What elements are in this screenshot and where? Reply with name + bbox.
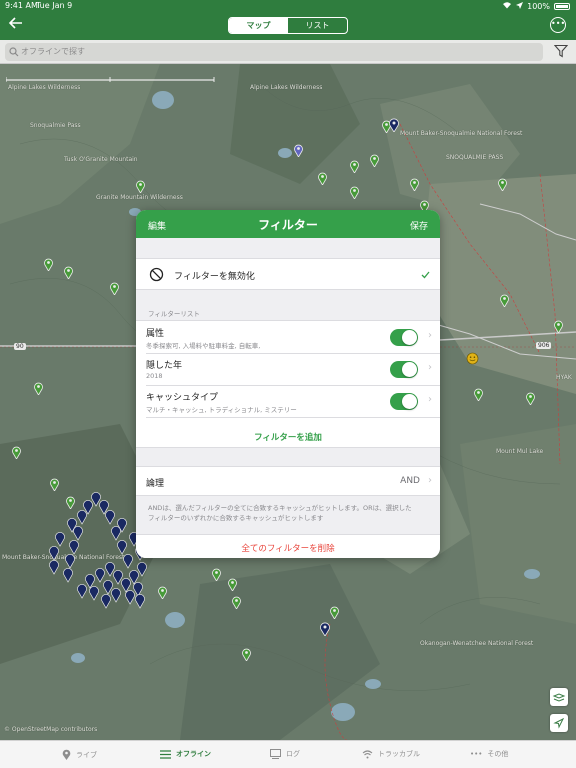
filter-detail: 冬季探索可, 入場料や駐車料金, 自転車, bbox=[146, 342, 261, 350]
map-layers-button[interactable] bbox=[550, 688, 568, 706]
divider bbox=[146, 417, 440, 418]
filter-detail: 2018 bbox=[146, 372, 163, 380]
logic-note: ANDは、選んだフィルターの全てに合致するキャッシュがヒットします。ORは、選択… bbox=[148, 504, 412, 512]
ellipsis-icon: ••• bbox=[551, 19, 566, 28]
delete-all-row: 全てのフィルターを削除 bbox=[136, 534, 440, 558]
view-segmented-control: マップ リスト bbox=[228, 17, 348, 34]
filter-toggle[interactable] bbox=[390, 329, 418, 346]
filter-list: 属性 冬季探索可, 入場料や駐車料金, 自転車, › 隠した年 2018 › キ… bbox=[136, 320, 440, 448]
search-input[interactable]: オフラインで探す bbox=[5, 43, 543, 61]
chevron-right-icon: › bbox=[428, 330, 432, 341]
filter-toggle[interactable] bbox=[390, 393, 418, 410]
logic-note: フィルターのいずれかに合致するキャッシュがヒットします bbox=[148, 514, 324, 522]
logic-value: AND bbox=[400, 476, 420, 486]
filter-row-cache-type[interactable]: キャッシュタイプ マルチ・キャッシュ, トラディショナル, ミステリー › bbox=[136, 385, 440, 417]
tab-label: その他 bbox=[487, 750, 509, 758]
filter-list-header: フィルターリスト bbox=[148, 310, 200, 318]
filter-name: 属性 bbox=[146, 329, 165, 339]
log-icon bbox=[270, 749, 281, 759]
tab-bar: ライブ オフライン ログ トラッカブル ••• その他 bbox=[0, 740, 576, 768]
filter-detail: マルチ・キャッシュ, トラディショナル, ミステリー bbox=[146, 406, 297, 414]
chevron-right-icon: › bbox=[428, 475, 432, 486]
more-options-button[interactable]: ••• bbox=[550, 17, 566, 33]
logic-row[interactable]: 論理 AND › bbox=[136, 466, 440, 496]
disable-filter-label: フィルターを無効化 bbox=[174, 272, 255, 282]
search-icon bbox=[9, 47, 19, 57]
status-bar: 9:41 AM Tue Jan 9 100% bbox=[0, 0, 576, 12]
filter-toggle[interactable] bbox=[390, 361, 418, 378]
prohibited-icon bbox=[149, 267, 164, 282]
save-button[interactable]: 保存 bbox=[410, 219, 428, 232]
tab-label: オフライン bbox=[176, 750, 211, 758]
tab-log[interactable]: ログ bbox=[270, 749, 300, 759]
navigation-bar: 9:41 AM Tue Jan 9 100% マップ リスト ••• bbox=[0, 0, 576, 40]
tab-offline[interactable]: オフライン bbox=[160, 749, 211, 759]
list-icon bbox=[160, 749, 171, 759]
search-placeholder: オフラインで探す bbox=[21, 47, 85, 56]
checkmark-icon bbox=[421, 271, 430, 279]
filter-funnel-icon[interactable] bbox=[554, 44, 568, 58]
dialog-title: フィルター bbox=[258, 218, 318, 232]
chevron-right-icon: › bbox=[428, 394, 432, 405]
my-location-button[interactable] bbox=[550, 714, 568, 732]
battery-percent: 100% bbox=[527, 1, 550, 11]
tab-label: ライブ bbox=[76, 750, 97, 759]
filter-name: キャッシュタイプ bbox=[146, 393, 219, 403]
tab-trackable[interactable]: トラッカブル bbox=[362, 749, 420, 759]
back-button[interactable] bbox=[8, 15, 28, 35]
location-pin-icon bbox=[62, 749, 71, 760]
disable-filter-row[interactable]: フィルターを無効化 bbox=[136, 258, 440, 290]
status-date: Tue Jan 9 bbox=[36, 1, 73, 10]
status-right: 100% bbox=[502, 1, 570, 11]
back-arrow-icon bbox=[8, 17, 22, 29]
tab-label: ログ bbox=[286, 750, 300, 758]
wifi-icon bbox=[502, 1, 512, 11]
filter-row-year[interactable]: 隠した年 2018 › bbox=[136, 353, 440, 385]
search-bar: オフラインで探す bbox=[0, 40, 576, 64]
tab-label: トラッカブル bbox=[378, 750, 420, 758]
status-time: 9:41 AM bbox=[5, 1, 38, 10]
battery-icon bbox=[554, 2, 570, 10]
location-arrow-icon bbox=[553, 717, 565, 729]
more-icon: ••• bbox=[470, 750, 483, 758]
filter-name: 隠した年 bbox=[146, 361, 183, 371]
add-filter-button[interactable]: フィルターを追加 bbox=[136, 431, 440, 443]
segment-list[interactable]: リスト bbox=[288, 18, 347, 33]
trackable-icon bbox=[362, 749, 373, 758]
tab-more[interactable]: ••• その他 bbox=[470, 749, 508, 759]
filter-row-attributes[interactable]: 属性 冬季探索可, 入場料や駐車料金, 自転車, › bbox=[136, 321, 440, 353]
filter-dialog: 編集 フィルター 保存 フィルターを無効化 フィルターリスト 属性 冬季探索可,… bbox=[136, 210, 440, 558]
layers-icon bbox=[552, 693, 566, 702]
chevron-right-icon: › bbox=[428, 362, 432, 373]
location-arrow-icon bbox=[516, 1, 524, 11]
segment-map[interactable]: マップ bbox=[229, 18, 288, 33]
delete-all-filters-button[interactable]: 全てのフィルターを削除 bbox=[136, 542, 440, 554]
logic-label: 論理 bbox=[146, 479, 165, 489]
dialog-header: 編集 フィルター 保存 bbox=[136, 210, 440, 238]
tab-live[interactable]: ライブ bbox=[62, 749, 97, 760]
